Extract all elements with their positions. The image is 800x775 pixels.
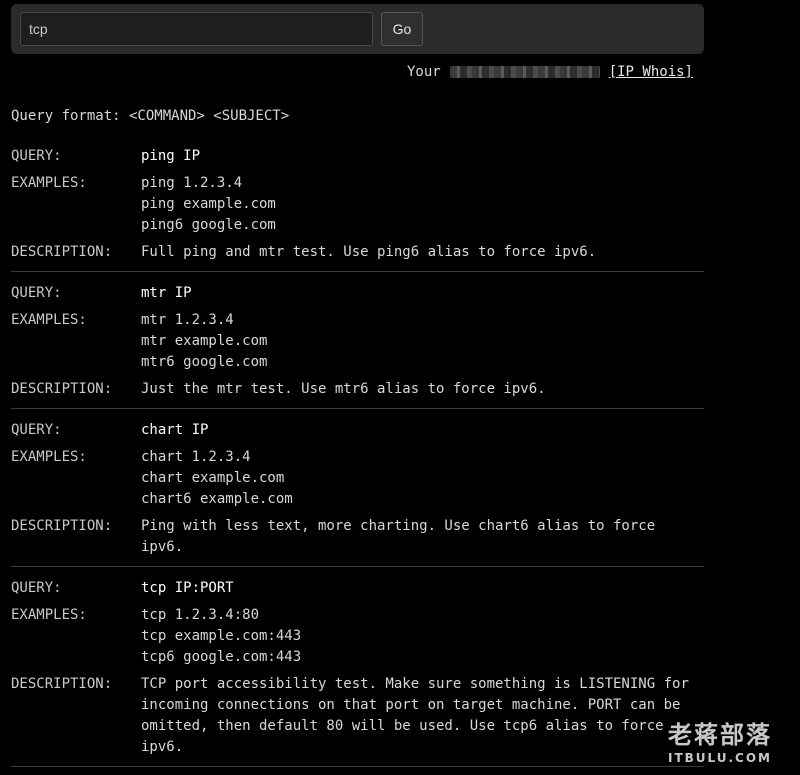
watermark-main: 老蒋部落: [668, 721, 772, 749]
section-divider: [11, 566, 704, 567]
example-item: mtr 1.2.3.4: [141, 312, 234, 328]
example-item: tcp example.com:443: [141, 628, 302, 644]
example-item: ping 1.2.3.4: [141, 175, 243, 191]
example-item: chart example.com: [141, 470, 285, 486]
examples-label: EXAMPLES:: [11, 607, 87, 623]
description-label: DESCRIPTION:: [11, 381, 113, 397]
example-item: tcp6 google.com:443: [141, 649, 302, 665]
example-item: mtr6 google.com: [141, 354, 268, 370]
description-label: DESCRIPTION:: [11, 676, 113, 692]
examples-list: tcp 1.2.3.4:80 tcp example.com:443 tcp6 …: [141, 605, 701, 668]
query-label: QUERY:: [11, 422, 62, 438]
examples-label: EXAMPLES:: [11, 449, 87, 465]
description-text: Ping with less text, more charting. Use …: [141, 518, 656, 555]
ip-whois-link[interactable]: [IP Whois]: [609, 64, 693, 80]
query-command: ping IP: [141, 148, 201, 164]
examples-label: EXAMPLES:: [11, 175, 87, 191]
watermark-sub: ITBULU.COM: [667, 751, 772, 765]
query-command: mtr IP: [141, 285, 192, 301]
examples-list: chart 1.2.3.4 chart example.com chart6 e…: [141, 447, 701, 510]
ip-prefix: Your: [406, 64, 441, 80]
section-divider: [11, 271, 704, 272]
description-text: Just the mtr test. Use mtr6 alias to for…: [141, 381, 546, 397]
query-command: chart IP: [141, 422, 209, 438]
examples-list: ping 1.2.3.4 ping example.com ping6 goog…: [141, 173, 701, 236]
description-text: TCP port accessibility test. Make sure s…: [141, 676, 689, 755]
example-item: ping example.com: [141, 196, 276, 212]
query-input[interactable]: [20, 12, 373, 46]
section-divider: [11, 408, 704, 409]
example-item: chart6 example.com: [141, 491, 293, 507]
query-command: tcp IP:PORT: [141, 580, 234, 596]
query-label: QUERY:: [11, 580, 62, 596]
query-label: QUERY:: [11, 148, 62, 164]
example-item: mtr example.com: [141, 333, 268, 349]
query-format-hint: Query format: <COMMAND> <SUBJECT>: [11, 108, 290, 124]
example-item: tcp 1.2.3.4:80: [141, 607, 260, 623]
section-divider: [11, 766, 704, 767]
query-label: QUERY:: [11, 285, 62, 301]
description-text: Full ping and mtr test. Use ping6 alias …: [141, 244, 597, 260]
go-button[interactable]: Go: [381, 12, 423, 46]
redacted-ip-address: [449, 66, 600, 78]
description-label: DESCRIPTION:: [11, 518, 113, 534]
example-item: ping6 google.com: [141, 217, 276, 233]
query-toolbar: Go: [11, 4, 704, 54]
examples-label: EXAMPLES:: [11, 312, 87, 328]
description-label: DESCRIPTION:: [11, 244, 113, 260]
ip-info-line: Your [IP Whois]: [407, 64, 693, 80]
examples-list: mtr 1.2.3.4 mtr example.com mtr6 google.…: [141, 310, 701, 373]
example-item: chart 1.2.3.4: [141, 449, 251, 465]
site-watermark: 老蒋部落 ITBULU.COM: [655, 715, 785, 765]
